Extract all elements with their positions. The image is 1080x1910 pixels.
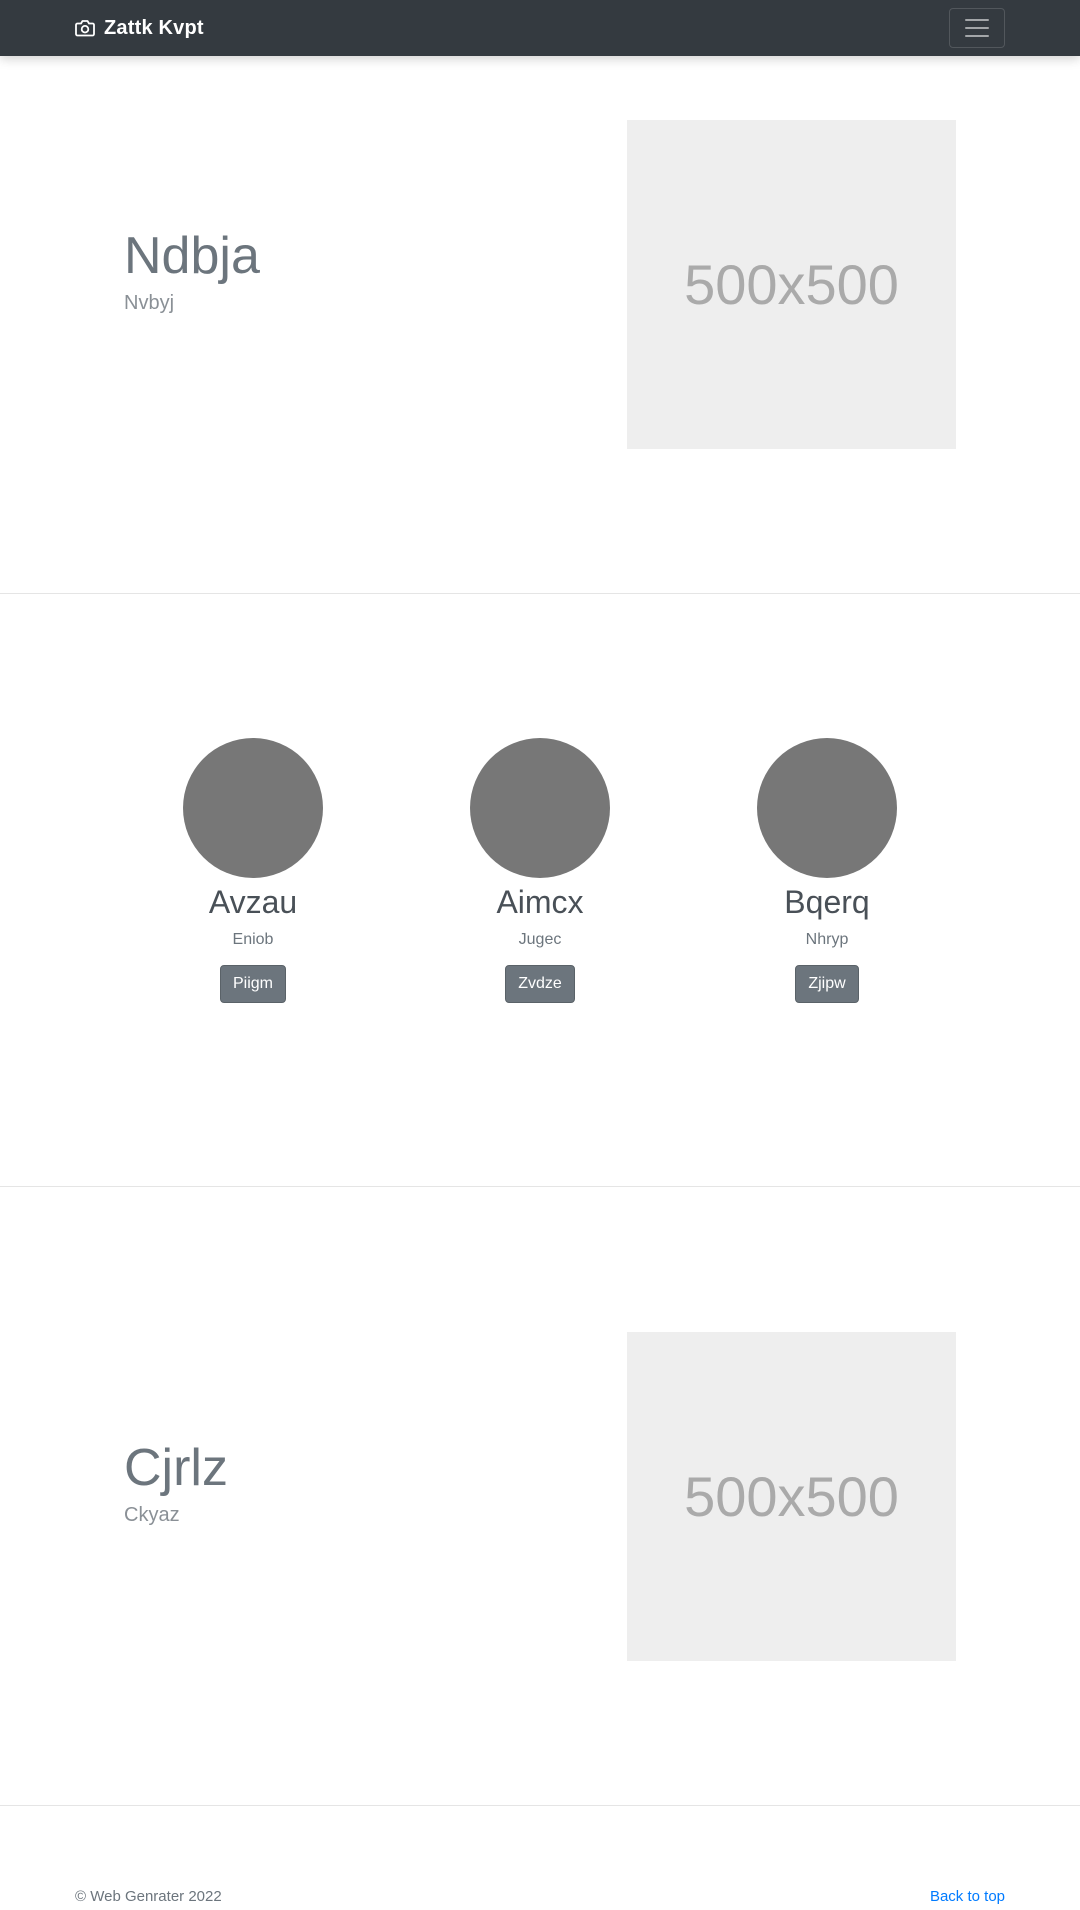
section-divider xyxy=(0,1186,1080,1187)
team-member-role: Nhryp xyxy=(805,931,849,948)
brand-name: Zattk Kvpt xyxy=(104,16,204,39)
navbar: Zattk Kvpt xyxy=(0,0,1080,56)
back-to-top-link[interactable]: Back to top xyxy=(930,1888,1005,1905)
team-member-name: Aimcx xyxy=(496,884,584,920)
team-member-button[interactable]: Zvdze xyxy=(505,965,575,1004)
hero-2-image-label: 500x500 xyxy=(684,1465,899,1528)
team-member-name: Bqerq xyxy=(784,884,870,920)
navbar-brand[interactable]: Zattk Kvpt xyxy=(75,0,204,56)
avatar xyxy=(757,738,897,878)
section-divider xyxy=(0,593,1080,594)
hero-1-image-label: 500x500 xyxy=(684,253,899,316)
team-member-button[interactable]: Zjipw xyxy=(795,965,859,1004)
hero-2-title: Cjrlz xyxy=(124,1439,228,1497)
footer-copyright: © Web Genrater 2022 xyxy=(75,1888,222,1905)
hamburger-menu-icon xyxy=(962,13,992,43)
hero-1-image-placeholder: 500x500 xyxy=(627,120,956,449)
avatar xyxy=(470,738,610,878)
hero-1-title: Ndbja xyxy=(124,227,260,285)
avatar xyxy=(183,738,323,878)
team-member-name: Avzau xyxy=(208,884,298,920)
section-divider xyxy=(0,1805,1080,1806)
menu-toggle-button[interactable] xyxy=(949,8,1005,48)
hero-2-image-placeholder: 500x500 xyxy=(627,1332,956,1661)
camera-icon xyxy=(75,19,95,37)
team-member-role: Eniob xyxy=(232,931,274,948)
team-member-button[interactable]: Piigm xyxy=(219,965,286,1004)
hero-2-subtitle: Ckyaz xyxy=(124,1504,180,1527)
team-card: Avzau Eniob Piigm xyxy=(133,738,373,1004)
team-card: Bqerq Nhryp Zjipw xyxy=(707,738,947,1004)
team-member-role: Jugec xyxy=(518,931,562,948)
hero-1-text: Ndbja Nvbyj xyxy=(124,227,260,315)
hero-2-text: Cjrlz Ckyaz xyxy=(124,1439,228,1527)
hero-1-subtitle: Nvbyj xyxy=(124,292,175,315)
team-card: Aimcx Jugec Zvdze xyxy=(420,738,660,1004)
